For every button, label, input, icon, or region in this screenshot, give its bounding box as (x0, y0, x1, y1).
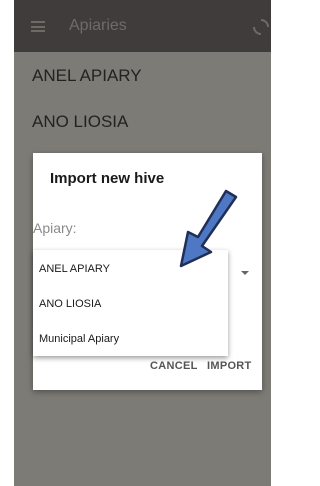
pointer-arrow-icon (179, 189, 238, 268)
